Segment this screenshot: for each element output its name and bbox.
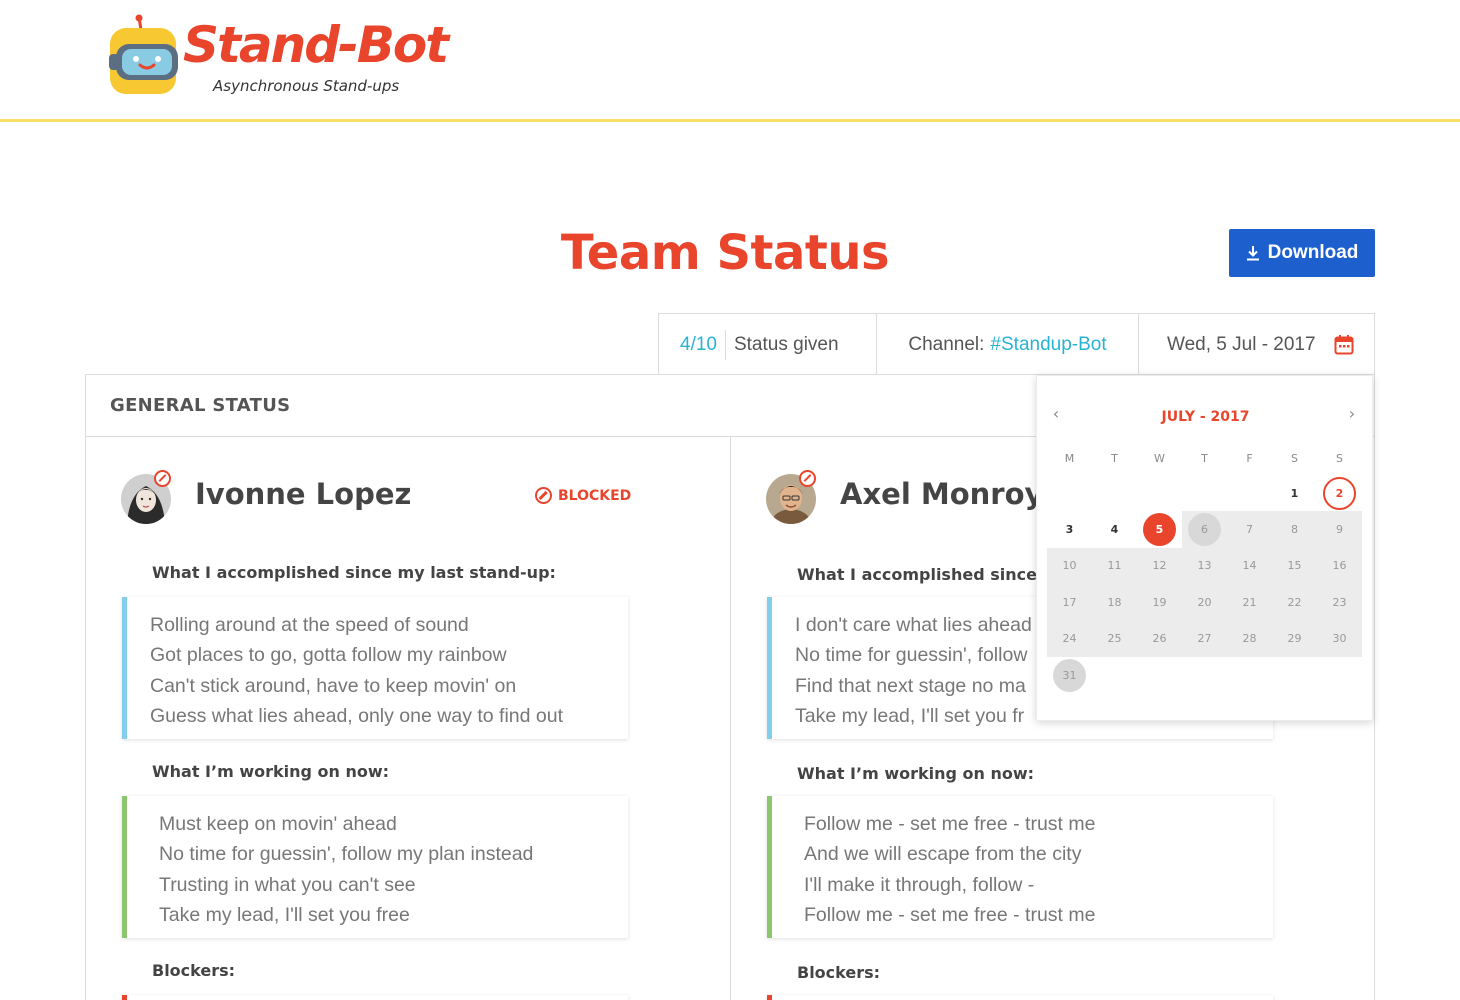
weekday-label: S — [1336, 452, 1343, 465]
calendar-icon[interactable] — [1334, 334, 1354, 355]
calendar-day[interactable]: 3 — [1047, 511, 1092, 547]
answer-line: Got places to go, gotta follow my rainbo… — [150, 644, 507, 667]
date-picker-popup: ‹ JULY - 2017 › M T W T F S S 1 2 3 4 5 6 7 8 9 10 11 12 13… — [1036, 375, 1373, 721]
calendar-day[interactable]: 14 — [1227, 547, 1272, 585]
member-name: Ivonne Lopez — [195, 477, 412, 511]
answer-line: And we will escape from the city — [804, 843, 1082, 866]
weekday-label: S — [1291, 452, 1298, 465]
calendar-day[interactable]: 18 — [1092, 584, 1137, 621]
weekday-label: F — [1246, 452, 1253, 465]
calendar-blank — [1227, 475, 1272, 511]
calendar-blank — [1182, 475, 1227, 511]
weekday-label: M — [1064, 452, 1075, 465]
brand-tagline: Asynchronous Stand-ups — [213, 77, 400, 95]
calendar-day[interactable]: 22 — [1272, 584, 1317, 621]
answer-line: I'll make it through, follow - — [804, 873, 1035, 896]
calendar-day[interactable]: 25 — [1092, 620, 1137, 657]
calendar-blank — [1137, 475, 1182, 511]
calendar-day[interactable]: 24 — [1047, 620, 1092, 657]
blockers-answer — [122, 995, 628, 1000]
channel-label: Channel: — [908, 333, 985, 355]
weekday-label: T — [1111, 452, 1118, 465]
working-on-answer: Must keep on movin' ahead No time for gu… — [122, 796, 628, 938]
accomplished-label: What I accomplished since n — [797, 565, 1054, 584]
blockers-label: Blockers: — [797, 963, 881, 982]
robot-logo-icon[interactable] — [108, 14, 184, 98]
answer-line: Follow me - set me free - trust me — [804, 813, 1096, 835]
status-badge: BLOCKED — [535, 487, 631, 504]
status-given-cell: 4/10 Status given — [659, 314, 877, 375]
calendar-day[interactable]: 6 — [1182, 511, 1227, 548]
calendar-day[interactable]: 28 — [1227, 620, 1272, 657]
calendar-day[interactable]: 7 — [1227, 511, 1272, 548]
calendar-day[interactable]: 26 — [1137, 620, 1182, 657]
answer-line: No time for guessin', follow my plan ins… — [159, 843, 534, 866]
calendar-day[interactable]: 1 — [1272, 475, 1317, 511]
calendar-day[interactable]: 29 — [1272, 620, 1317, 657]
blocked-badge-icon — [154, 470, 171, 487]
calendar-day[interactable]: 9 — [1317, 511, 1362, 548]
status-badge-label: BLOCKED — [558, 487, 632, 504]
download-label: Download — [1267, 242, 1359, 263]
working-on-label: What I’m working on now: — [152, 762, 390, 781]
accomplished-label: What I accomplished since my last stand-… — [152, 563, 556, 582]
calendar-day[interactable]: 30 — [1317, 620, 1362, 657]
calendar-blank — [1047, 475, 1092, 511]
calendar-day[interactable]: 20 — [1182, 584, 1227, 621]
blocked-icon — [535, 487, 552, 504]
date-picker-trigger[interactable]: Wed, 5 Jul - 2017 — [1139, 314, 1374, 375]
calendar-day[interactable]: 16 — [1317, 547, 1362, 585]
calendar-day[interactable]: 8 — [1272, 511, 1317, 548]
answer-line: Trusting in what you can't see — [159, 873, 416, 896]
status-bar: 4/10 Status given Channel: #Standup-Bot … — [658, 313, 1375, 375]
accomplished-answer: Rolling around at the speed of sound Got… — [122, 597, 628, 739]
answer-line: Rolling around at the speed of sound — [150, 614, 469, 636]
calendar-day[interactable]: 31 — [1047, 657, 1092, 693]
working-on-answer: Follow me - set me free - trust me And w… — [767, 796, 1273, 938]
calendar-day[interactable]: 27 — [1182, 620, 1227, 657]
answer-line: Take my lead, I'll set you free — [159, 904, 410, 927]
calendar-month-label: JULY - 2017 — [1161, 409, 1250, 425]
weekday-label: T — [1201, 452, 1208, 465]
download-icon — [1246, 246, 1259, 261]
blockers-answer — [767, 995, 1273, 1000]
channel-link[interactable]: #Standup-Bot — [990, 334, 1106, 356]
calendar-day[interactable]: 11 — [1092, 547, 1137, 585]
calendar-day-today[interactable]: 2 — [1317, 475, 1362, 511]
status-count: 4/10 — [680, 329, 726, 360]
calendar-day[interactable]: 21 — [1227, 584, 1272, 621]
selected-date: Wed, 5 Jul - 2017 — [1167, 333, 1316, 355]
download-button[interactable]: Download — [1229, 229, 1375, 277]
answer-line: Must keep on movin' ahead — [159, 813, 397, 835]
working-on-label: What I’m working on now: — [797, 764, 1035, 783]
member-card-ivonne: Ivonne Lopez BLOCKED What I accomplished… — [86, 437, 730, 1000]
weekday-label: W — [1154, 452, 1165, 465]
calendar-blank — [1092, 475, 1137, 511]
calendar-day[interactable]: 4 — [1092, 511, 1137, 547]
answer-line: Guess what lies ahead, only one way to f… — [150, 705, 564, 728]
blocked-badge-icon — [799, 470, 816, 487]
answer-line: Can't stick around, have to keep movin' … — [150, 674, 517, 697]
calendar-day[interactable]: 13 — [1182, 547, 1227, 585]
page-title: Team Status — [560, 225, 890, 281]
calendar-grid: M T W T F S S 1 2 3 4 5 6 7 8 9 10 11 12 13 14 15 16 17 18 19 20 21… — [1047, 442, 1362, 693]
channel-cell: Channel: #Standup-Bot — [877, 314, 1139, 375]
answer-line: Follow me - set me free - trust me — [804, 904, 1096, 927]
calendar-day[interactable]: 12 — [1137, 547, 1182, 585]
blockers-label: Blockers: — [152, 961, 236, 980]
member-name: Axel Monroy — [840, 477, 1044, 511]
brand-name: Stand-Bot — [183, 16, 449, 74]
calendar-day[interactable]: 15 — [1272, 547, 1317, 585]
calendar-day-selected[interactable]: 5 — [1137, 511, 1182, 547]
app-header: Stand-Bot Asynchronous Stand-ups — [0, 0, 1460, 122]
status-given-label: Status given — [733, 333, 839, 355]
calendar-day[interactable]: 10 — [1047, 547, 1092, 585]
calendar-day[interactable]: 17 — [1047, 584, 1092, 621]
calendar-day[interactable]: 23 — [1317, 584, 1362, 621]
calendar-day[interactable]: 19 — [1137, 584, 1182, 621]
next-month-button[interactable]: › — [1342, 404, 1362, 424]
